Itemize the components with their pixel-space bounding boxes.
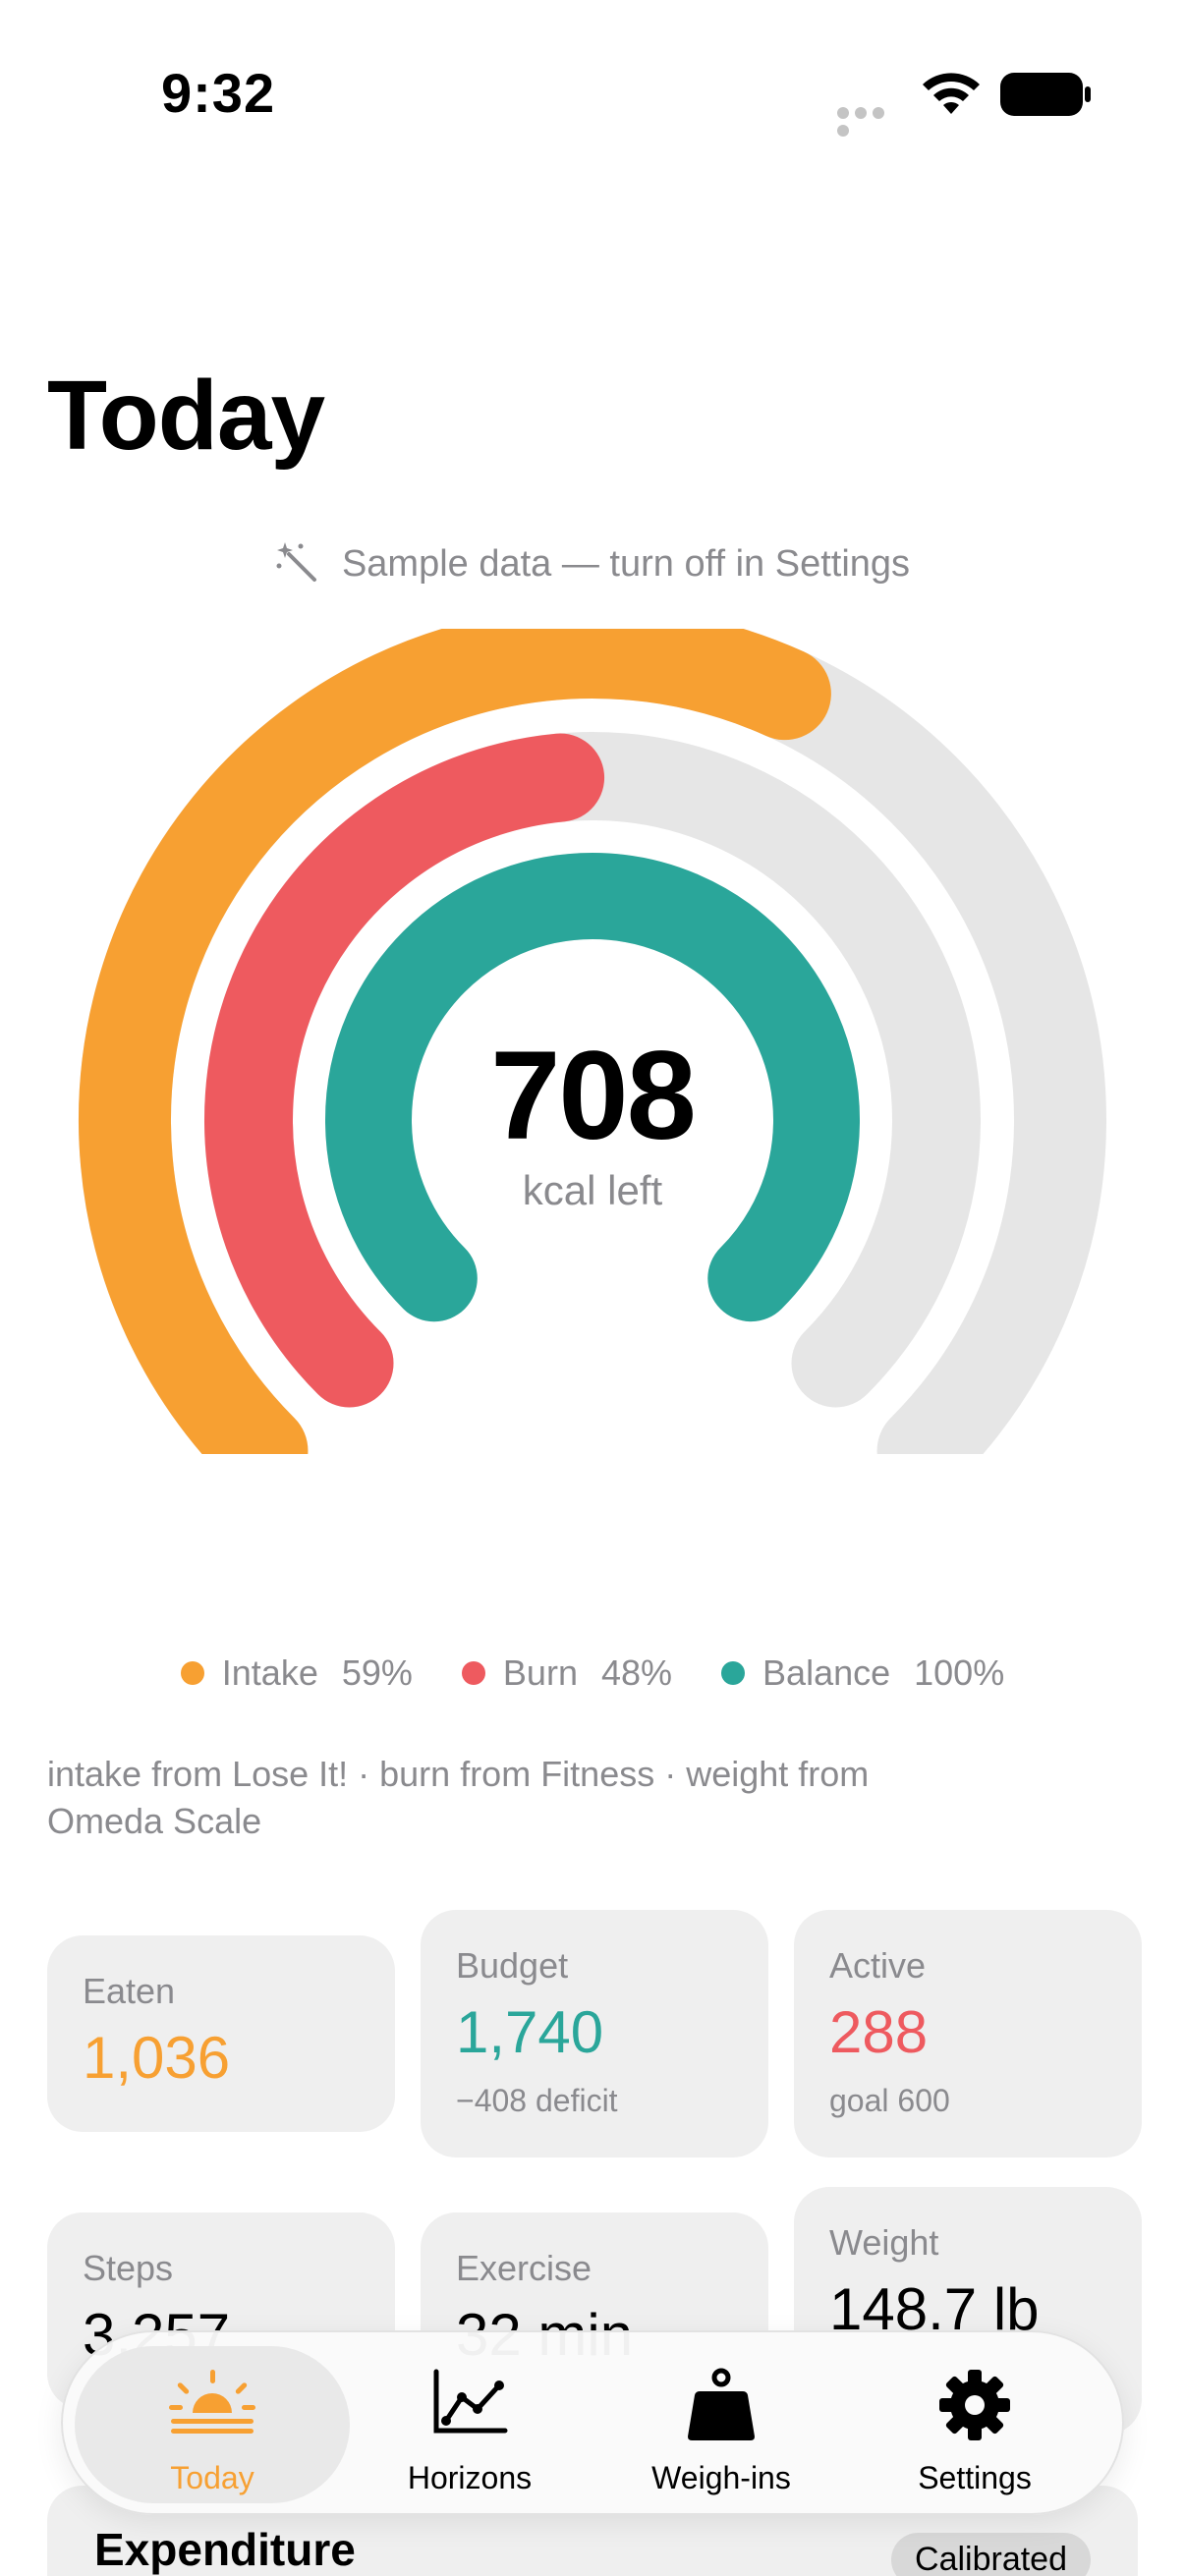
legend-label: Intake <box>221 1652 318 1693</box>
legend-percent: 48% <box>600 1652 673 1693</box>
expenditure-title: Expenditure <box>94 2524 356 2575</box>
data-sources-text: intake from Lose It! · burn from Fitness… <box>47 1754 870 1841</box>
tab-today[interactable]: Today <box>75 2346 350 2503</box>
tab-label: Settings <box>918 2460 1032 2495</box>
sample-data-notice[interactable]: Sample data — turn off in Settings <box>0 538 1185 586</box>
legend-label: Balance <box>762 1652 891 1693</box>
line-chart-icon <box>433 2369 508 2434</box>
tab-horizons[interactable]: Horizons <box>332 2346 607 2503</box>
tab-label: Today <box>170 2460 254 2495</box>
budget-card[interactable]: Budget 1,740 −408 deficit <box>421 1910 768 2157</box>
eaten-card[interactable]: Eaten 1,036 <box>47 1935 395 2132</box>
magic-wand-icon <box>276 542 316 582</box>
legend-label: Burn <box>502 1652 578 1693</box>
card-value: 1,740 <box>456 1999 604 2065</box>
card-value: 288 <box>829 1999 929 2065</box>
legend-dot <box>461 1661 485 1685</box>
legend-dot <box>180 1661 204 1685</box>
card-label: Active <box>829 1945 927 1986</box>
sunrise-icon <box>169 2370 255 2434</box>
card-subtext: goal 600 <box>829 2083 950 2118</box>
kcal-left-label: kcal left <box>522 1167 663 1213</box>
tab-label: Weigh-ins <box>651 2460 791 2495</box>
active-card[interactable]: Active 288 goal 600 <box>794 1910 1142 2157</box>
card-value: 1,036 <box>83 2025 231 2091</box>
weight-icon <box>688 2368 755 2440</box>
tab-weigh-ins[interactable]: Weigh-ins <box>584 2346 859 2503</box>
page-title: Today <box>47 361 325 471</box>
legend-balance: Balance 100% <box>721 1652 1004 1694</box>
card-label: Eaten <box>83 1971 176 2011</box>
card-subtext: −408 deficit <box>456 2083 618 2118</box>
legend-intake: Intake 59% <box>180 1652 413 1694</box>
tab-label: Horizons <box>407 2460 533 2495</box>
legend-percent: 100% <box>914 1652 1005 1693</box>
status-time: 9:32 <box>161 62 276 124</box>
card-label: Budget <box>456 1945 569 1986</box>
kcal-left-value: 708 <box>490 1026 697 1166</box>
legend-dot <box>721 1661 746 1685</box>
legend-percent: 59% <box>341 1652 413 1693</box>
tab-settings[interactable]: Settings <box>837 2346 1112 2503</box>
wifi-icon <box>923 73 980 114</box>
card-label: Exercise <box>456 2248 592 2288</box>
card-label: Steps <box>83 2248 174 2288</box>
rings-legend: Intake 59% Burn 48% Balance 100% <box>0 1652 1185 1694</box>
gear-icon <box>939 2370 1010 2440</box>
tab-bar: Today Horizons Weigh-ins Settings <box>61 2330 1124 2515</box>
battery-icon <box>1000 73 1091 116</box>
sample-data-text: Sample data — turn off in Settings <box>341 543 911 585</box>
status-bar: 9:32 <box>0 0 1185 187</box>
cellular-dots-icon <box>837 106 902 137</box>
card-label: Weight <box>829 2222 939 2263</box>
legend-burn: Burn 48% <box>461 1652 673 1694</box>
calibrated-badge: Calibrated <box>891 2533 1091 2576</box>
